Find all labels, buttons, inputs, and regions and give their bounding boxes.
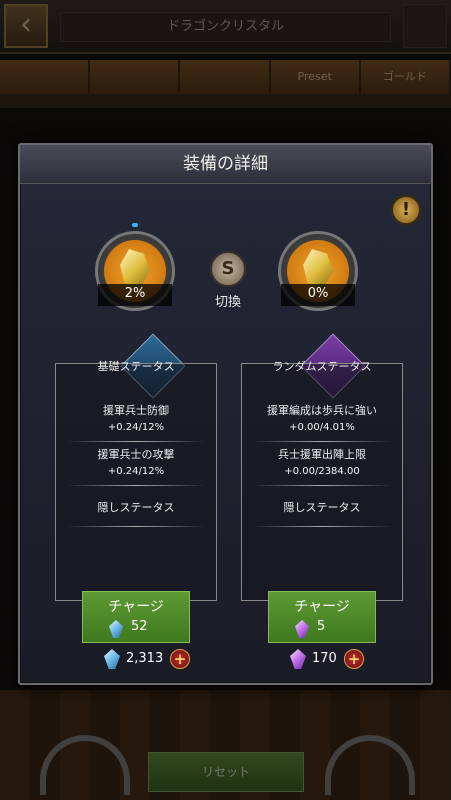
divider xyxy=(66,526,206,527)
purple-crystal-icon xyxy=(290,649,306,669)
divider xyxy=(252,441,392,442)
panel-title: 基礎ステータス xyxy=(97,360,175,373)
background-tab: Preset xyxy=(271,60,361,94)
hidden-stats-label: 隠しステータス xyxy=(97,501,175,514)
stat-value: +0.24/12% xyxy=(107,422,165,433)
divider xyxy=(66,485,206,486)
background-tab xyxy=(90,60,181,94)
equipment-details-dialog: 装備の詳細 ! 2% S 切換 0% 基礎ステータス 援軍兵士防御 +0.24/… xyxy=(18,143,433,685)
back-arrow-icon: ‹ xyxy=(4,4,48,48)
plus-icon[interactable]: + xyxy=(170,649,190,669)
charge-label: チャージ xyxy=(108,599,164,615)
charge-button-basic[interactable]: チャージ 52 xyxy=(82,591,190,643)
stat-name: 兵士援軍出陣上限 xyxy=(278,448,366,461)
owned-amount: 2,313 xyxy=(126,651,164,666)
equipment-slot-right[interactable]: 0% xyxy=(278,231,358,311)
background-tab: ゴールド xyxy=(361,60,451,94)
background-header: ‹ ドラゴンクリスタル xyxy=(0,0,451,54)
background-tab xyxy=(0,60,91,94)
stat-name: 援軍兵士の攻撃 xyxy=(97,448,175,461)
background-corner-button xyxy=(403,4,447,48)
stat-name: 援軍編成は歩兵に強い xyxy=(267,404,377,417)
equipment-slot-left[interactable]: 2% xyxy=(95,231,175,311)
crystal-icon xyxy=(303,249,333,289)
switch-icon[interactable]: S xyxy=(210,251,246,287)
background-reset-button: リセット xyxy=(148,752,304,792)
blue-crystal-icon xyxy=(109,620,123,638)
charge-label: チャージ xyxy=(294,599,350,615)
dialog-title: 装備の詳細 xyxy=(20,145,431,184)
basic-stats-panel: 基礎ステータス 援軍兵士防御 +0.24/12% 援軍兵士の攻撃 +0.24/1… xyxy=(55,360,217,601)
divider xyxy=(66,441,206,442)
panel-title: ランダムステータス xyxy=(272,360,372,373)
charge-cost: 5 xyxy=(317,619,326,634)
stat-value: +0.00/4.01% xyxy=(289,422,355,433)
purple-crystal-icon xyxy=(295,620,309,638)
background-title: ドラゴンクリスタル xyxy=(60,12,391,42)
crystal-icon xyxy=(120,249,150,289)
switch-label[interactable]: 切換 xyxy=(190,291,266,310)
stat-value: +0.00/2384.00 xyxy=(284,466,360,477)
background-tabs: Preset ゴールド xyxy=(0,60,451,94)
stat-value: +0.24/12% xyxy=(107,466,165,477)
background-tab xyxy=(180,60,271,94)
blue-crystal-icon xyxy=(104,649,120,669)
charge-cost: 52 xyxy=(131,619,148,634)
background-strip xyxy=(0,94,451,108)
charge-button-random[interactable]: チャージ 5 xyxy=(268,591,376,643)
slot-indicator xyxy=(132,223,138,227)
stat-name: 援軍兵士防御 xyxy=(103,404,169,417)
slot-percent: 0% xyxy=(281,284,355,306)
slot-percent: 2% xyxy=(98,284,172,306)
hidden-stats-label: 隠しステータス xyxy=(283,501,361,514)
plus-icon[interactable]: + xyxy=(344,649,364,669)
divider xyxy=(252,485,392,486)
divider xyxy=(252,526,392,527)
random-stats-panel: ランダムステータス 援軍編成は歩兵に強い +0.00/4.01% 兵士援軍出陣上… xyxy=(241,360,403,601)
owned-amount: 170 xyxy=(312,651,337,666)
exclamation-icon[interactable]: ! xyxy=(391,195,421,225)
